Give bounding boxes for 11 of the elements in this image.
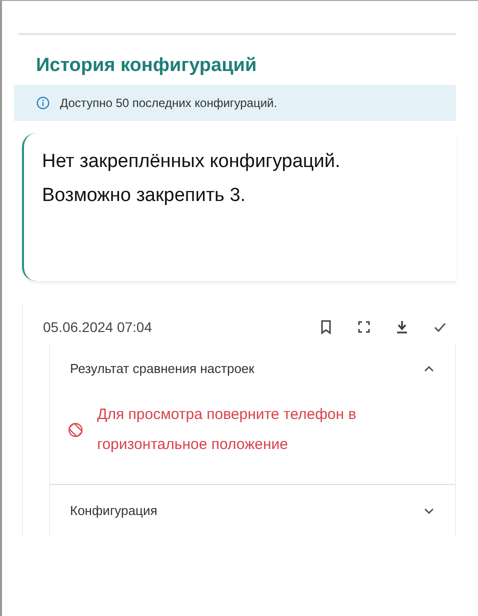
accordion-header[interactable]: Конфигурация	[50, 485, 455, 536]
download-icon[interactable]	[394, 319, 410, 335]
rotate-icon	[68, 420, 84, 440]
warning-text: Для просмотра поверните телефон в горизонтальное положение	[97, 405, 358, 455]
fullscreen-icon[interactable]	[356, 319, 372, 335]
entry-date: 05.06.2024 07:04	[43, 319, 152, 335]
section-title: История конфигураций	[36, 55, 258, 77]
info-text: Доступно 50 последних конфигураций.	[60, 96, 278, 110]
info-icon	[36, 96, 50, 110]
accordion-header[interactable]: Результат сравнения настроек	[50, 343, 455, 394]
pinned-message: Нет закреплённых конфигураций. Возможно закрепить 3.	[42, 150, 342, 208]
